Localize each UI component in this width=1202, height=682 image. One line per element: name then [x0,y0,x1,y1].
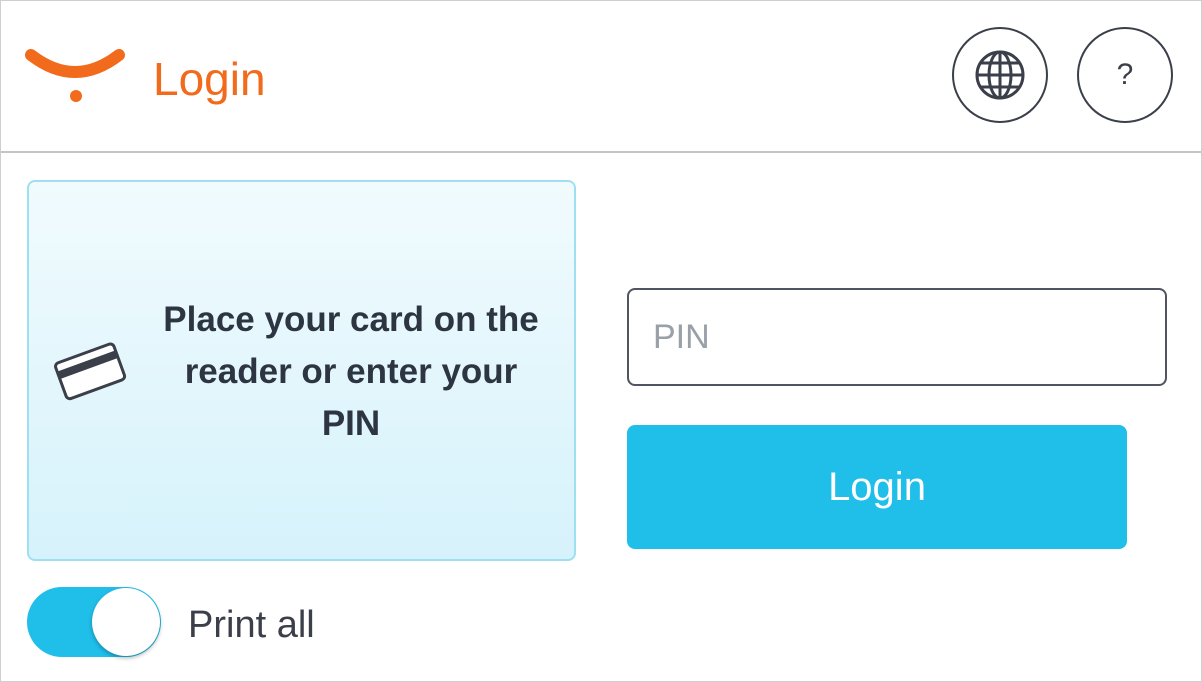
login-button[interactable]: Login [627,425,1127,549]
page-title: Login [153,53,266,105]
login-screen: Login ? Place your card on the reader or… [0,0,1202,682]
credit-card-icon [54,342,127,401]
card-reader-panel: Place your card on the reader or enter y… [27,180,576,561]
language-button[interactable] [952,27,1048,123]
help-button[interactable]: ? [1077,27,1173,123]
pin-input[interactable] [627,288,1167,386]
print-all-toggle[interactable] [27,587,161,657]
header-bar: Login ? [1,1,1201,153]
smile-logo-icon [25,49,125,102]
toggle-knob [92,588,160,656]
card-instruction-text: Place your card on the reader or enter y… [163,300,539,443]
print-all-label: Print all [188,604,315,646]
help-icon: ? [1116,58,1134,91]
globe-icon [975,50,1025,100]
